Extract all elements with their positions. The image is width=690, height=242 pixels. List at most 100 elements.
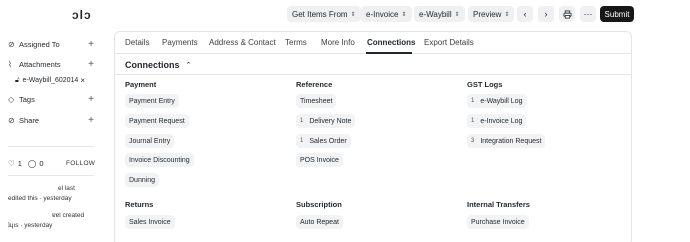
prev-button[interactable]: ‹	[517, 6, 533, 22]
chevron-updown-icon: ⇕	[401, 11, 407, 18]
close-icon[interactable]: ×	[80, 76, 85, 85]
assigned-to-row[interactable]: ⊘ Assigned To +	[8, 39, 94, 50]
link-label: Payment Entry	[129, 97, 175, 105]
link-count: 1	[300, 118, 304, 124]
link-label: Sales Order	[309, 137, 347, 145]
ewaybill-label: e-Waybill	[419, 9, 452, 19]
share-row[interactable]: ⊘ Share +	[8, 115, 94, 126]
attachment-filename: e-Waybill_602014	[22, 77, 79, 84]
tab-terms[interactable]: Terms	[285, 38, 307, 47]
assigned-to-label: Assigned To	[19, 40, 60, 49]
print-button[interactable]	[559, 6, 575, 22]
tab-details[interactable]: Details	[125, 38, 149, 47]
link-label: e-Waybill Log	[480, 97, 523, 105]
connection-link-delivery-note[interactable]: 1 Delivery Note	[296, 114, 356, 128]
einvoice-button[interactable]: e-Invoice ⇕	[361, 6, 412, 22]
attachments-row[interactable]: ⌇ Attachments +	[8, 59, 94, 70]
activity-line: el last	[58, 185, 75, 192]
activity-line: ɐɐl created	[52, 212, 85, 219]
connection-link-pos-invoice[interactable]: POS Invoice	[296, 153, 343, 167]
ewaybill-button[interactable]: e-Waybill ⇕	[414, 6, 465, 22]
connection-link-invoice-discounting[interactable]: Invoice Discounting	[125, 153, 194, 167]
comment-icon[interactable]: ◯	[28, 159, 36, 168]
more-button[interactable]: ···	[580, 6, 596, 22]
paperclip-icon: ⌇	[8, 60, 12, 69]
link-label: Sales Invoice	[129, 218, 171, 226]
connection-link-payment-entry[interactable]: Payment Entry	[125, 94, 179, 108]
activity-item: ɐɐl created ʇɥıs · yesterday	[8, 211, 98, 231]
activity-line: ʇɥıs · yesterday	[8, 222, 53, 229]
section-divider	[115, 74, 631, 75]
link-label: Auto Repeat	[300, 218, 339, 226]
active-tab-indicator	[366, 52, 412, 54]
top-toolbar: ɔlɔ Get Items From ⇕ e-Invoice ⇕ e-Waybi…	[0, 0, 690, 28]
connection-link-sales-invoice[interactable]: Sales Invoice	[125, 215, 175, 229]
plus-icon[interactable]: +	[88, 115, 94, 126]
subscription-group-title: Subscription	[296, 200, 342, 209]
heart-icon[interactable]: ♡	[8, 159, 15, 168]
lock-icon: 🔓︎	[15, 76, 20, 84]
plus-icon[interactable]: +	[88, 39, 94, 50]
plus-icon[interactable]: +	[88, 59, 94, 70]
next-button[interactable]: ›	[538, 6, 554, 22]
payment-group-title: Payment	[125, 80, 157, 89]
returns-group-title: Returns	[125, 200, 154, 209]
link-label: Delivery Note	[309, 117, 352, 125]
sidebar-divider	[8, 146, 94, 147]
tab-payments[interactable]: Payments	[162, 38, 198, 47]
connection-link-payment-request[interactable]: Payment Request	[125, 114, 189, 128]
document-card: Details Payments Address & Contact Terms…	[114, 31, 632, 242]
link-label: Dunning	[129, 176, 156, 184]
page-title-fragment: ɔlɔ	[72, 8, 92, 22]
printer-icon	[562, 9, 572, 19]
connection-link-dunning[interactable]: Dunning	[125, 173, 160, 187]
link-label: Integration Request	[480, 137, 542, 145]
link-label: Purchase Invoice	[471, 218, 525, 226]
connection-link-ewaybill-log[interactable]: 1 e-Waybill Log	[467, 94, 527, 108]
connection-link-integration-request[interactable]: 3 Integration Request	[467, 134, 546, 148]
attachments-label: Attachments	[19, 60, 61, 69]
attachment-item[interactable]: 🔓︎ e-Waybill_602014 ×	[15, 76, 93, 85]
chevron-right-icon: ›	[544, 9, 548, 19]
get-items-from-button[interactable]: Get Items From ⇕	[287, 6, 361, 22]
einvoice-label: e-Invoice	[366, 9, 399, 19]
tags-label: Tags	[19, 95, 35, 104]
tags-row[interactable]: ◇ Tags +	[8, 94, 94, 105]
connections-title: Connections	[125, 60, 180, 70]
tab-more-info[interactable]: More Info	[321, 38, 355, 47]
tab-connections[interactable]: Connections	[367, 38, 415, 47]
ellipsis-icon: ···	[583, 9, 593, 19]
connection-link-purchase-invoice[interactable]: Purchase Invoice	[467, 215, 529, 229]
like-comment-bar: ♡ 1 ◯ 0	[8, 159, 43, 168]
connection-link-einvoice-log[interactable]: 1 e-Invoice Log	[467, 114, 527, 128]
follow-link[interactable]: FOLLOW	[66, 160, 95, 167]
internal-transfers-group-title: Internal Transfers	[467, 200, 530, 209]
chevron-updown-icon: ⇕	[504, 11, 510, 18]
link-count: 3	[471, 138, 475, 144]
connection-link-auto-repeat[interactable]: Auto Repeat	[296, 215, 343, 229]
connection-link-timesheet[interactable]: Timesheet	[296, 94, 337, 108]
link-count: 1	[471, 118, 475, 124]
share-icon: ⊘	[8, 116, 15, 125]
link-label: Timesheet	[300, 97, 333, 105]
link-label: POS Invoice	[300, 156, 339, 164]
chevron-left-icon: ‹	[523, 9, 527, 19]
connections-section-header[interactable]: Connections ⌃	[125, 60, 191, 70]
link-label: Payment Request	[129, 117, 185, 125]
comment-count: 0	[39, 159, 44, 168]
preview-button[interactable]: Preview ⇕	[468, 6, 515, 22]
reference-group-title: Reference	[296, 80, 333, 89]
gst-logs-group-title: GST Logs	[467, 80, 503, 89]
tab-address-contact[interactable]: Address & Contact	[209, 38, 276, 47]
connection-link-journal-entry[interactable]: Journal Entry	[125, 134, 175, 148]
chevron-updown-icon: ⇕	[454, 11, 460, 18]
share-label: Share	[19, 116, 40, 125]
activity-line: edited this · yesterday	[8, 195, 72, 202]
link-count: 1	[300, 138, 304, 144]
submit-button[interactable]: Submit	[600, 6, 634, 22]
plus-icon[interactable]: +	[88, 94, 94, 105]
get-items-from-label: Get Items From	[292, 9, 348, 19]
tab-export-details[interactable]: Export Details	[424, 38, 474, 47]
link-count: 1	[471, 98, 475, 104]
connection-link-sales-order[interactable]: 1 Sales Order	[296, 134, 351, 148]
